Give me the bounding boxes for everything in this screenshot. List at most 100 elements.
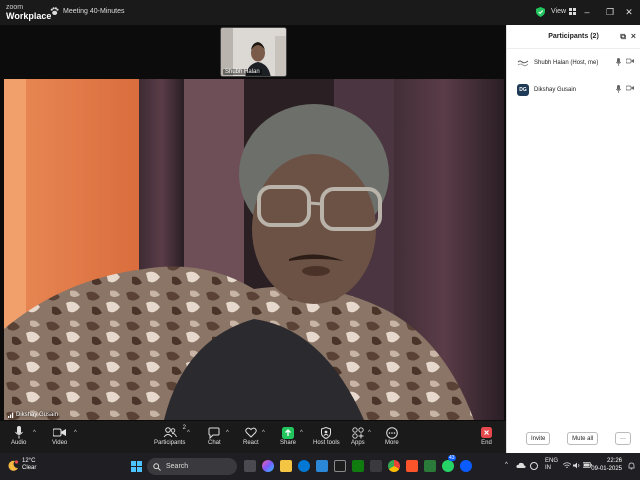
participants-button[interactable]: 2 Participants [154,425,187,446]
panel-close-icon[interactable]: × [631,31,636,41]
mic-icon[interactable] [616,85,621,93]
volume-icon[interactable] [573,462,581,469]
participant-row[interactable]: DG Dikshay Gusain [507,76,640,103]
meeting-title[interactable]: Meeting 40-Minutes [50,7,124,16]
apps-options-chevron-icon[interactable]: ^ [368,430,371,436]
close-icon[interactable]: ✕ [623,6,635,18]
video-button[interactable]: Video [52,425,67,446]
app-green-icon[interactable] [424,460,436,472]
participants-count: 2 [182,425,187,431]
xbox-icon[interactable] [352,460,364,472]
participants-icon [163,427,177,438]
taskbar-search[interactable]: Search [147,458,237,475]
more-button[interactable]: More [385,425,399,446]
host-tools-label: Host tools [313,440,340,446]
copilot-icon[interactable] [262,460,274,472]
more-label: More [385,440,399,446]
app-tray-icon[interactable] [530,462,538,470]
main-video[interactable]: Dikshay Gusain [4,79,504,420]
main-video-name: Dikshay Gusain [8,412,58,418]
more-icon [386,426,398,439]
mute-all-button[interactable]: Mute all [567,432,599,445]
popout-icon[interactable]: ⧉ [620,32,626,42]
store-icon[interactable] [316,460,328,472]
thumbnail-name: Shubh Halan [223,69,262,75]
end-label: End [481,440,492,446]
restore-icon[interactable]: ❐ [604,6,616,18]
clock-time: 22:26 [606,458,622,464]
shield-icon [321,426,332,439]
tray-chevron-up-icon[interactable]: ^ [505,462,508,468]
audio-options-chevron-icon[interactable]: ^ [33,430,36,436]
chrome-icon[interactable] [388,460,400,472]
notification-bell-icon[interactable] [628,462,635,470]
video-label: Video [52,440,68,446]
view-label: View [551,8,567,15]
system-clock[interactable]: 22:26 09-01-2025 [591,457,622,473]
brand-line2: Workplace [6,11,52,21]
search-placeholder: Search [166,463,189,470]
brave-icon[interactable] [406,460,418,472]
camera-icon[interactable] [626,58,634,64]
heart-icon [245,427,257,438]
participants-options-chevron-icon[interactable]: ^ [187,430,190,436]
apps-icon [352,426,364,439]
camera-icon[interactable] [626,85,634,91]
task-view-icon[interactable] [244,460,256,472]
participants-label: Participants [154,440,186,446]
participant-row[interactable]: Shubh Halan (Host, me) [507,49,640,76]
region-code: IN [545,465,551,471]
apps-label: Apps [351,440,365,446]
share-screen-icon [282,426,294,439]
video-options-chevron-icon[interactable]: ^ [74,430,77,436]
participants-panel-header: Participants (2) ⧉ × [507,25,640,49]
audio-button[interactable]: Audio [11,425,26,446]
more-options-button[interactable]: ··· [614,432,631,445]
main-video-name-text: Dikshay Gusain [16,412,59,418]
shield-icon[interactable] [536,7,545,17]
self-video-thumbnail[interactable]: Shubh Halan [220,27,287,77]
host-tools-button[interactable]: Host tools [313,425,340,446]
grid-icon [569,8,577,15]
audio-label: Audio [11,440,27,446]
zoom-window: zoom Workplace Meeting 40-Minutes View –… [0,0,640,480]
avatar-image-icon [517,56,529,69]
share-options-chevron-icon[interactable]: ^ [300,430,303,436]
chat-label: Chat [208,440,221,446]
react-options-chevron-icon[interactable]: ^ [262,430,265,436]
signal-icon [8,412,14,418]
calculator-icon[interactable] [370,460,382,472]
react-button[interactable]: React [243,425,259,446]
whatsapp-icon[interactable]: 43 [442,455,456,472]
weather-condition: Clear [22,465,37,471]
mic-icon[interactable] [616,58,621,66]
chat-options-chevron-icon[interactable]: ^ [226,430,229,436]
invite-button[interactable]: Invite [526,432,551,445]
edge-icon[interactable] [298,460,310,472]
app-icon[interactable] [334,460,346,472]
zoom-taskbar-icon[interactable] [460,460,472,472]
share-button[interactable]: Share [280,425,296,446]
minimize-icon[interactable]: – [581,6,593,18]
end-button[interactable]: End [481,425,492,446]
title-bar: zoom Workplace Meeting 40-Minutes View –… [0,0,640,25]
participants-panel: Participants (2) ⧉ × Shubh Halan (Host, … [506,25,640,453]
apps-button[interactable]: Apps [351,425,365,446]
notification-badge: 43 [448,455,456,461]
main-video-feed [4,79,504,420]
video-camera-icon [53,428,67,437]
language-indicator[interactable]: ENG IN [545,458,558,472]
chat-button[interactable]: Chat [208,425,221,446]
view-menu[interactable]: View [551,8,577,15]
moon-icon [8,459,19,471]
clock-date: 09-01-2025 [591,466,622,472]
cloud-icon[interactable] [516,462,526,469]
wifi-icon[interactable] [563,462,571,469]
file-explorer-icon[interactable] [280,460,292,472]
end-call-icon [481,427,492,438]
avatar [517,56,529,69]
windows-start-icon[interactable] [131,461,142,472]
meeting-toolbar: Audio ^ Video ^ 2 Participants ^ Chat ^ … [0,421,506,453]
avatar: DG [517,83,529,96]
weather-widget[interactable]: 12°C Clear [8,458,36,472]
